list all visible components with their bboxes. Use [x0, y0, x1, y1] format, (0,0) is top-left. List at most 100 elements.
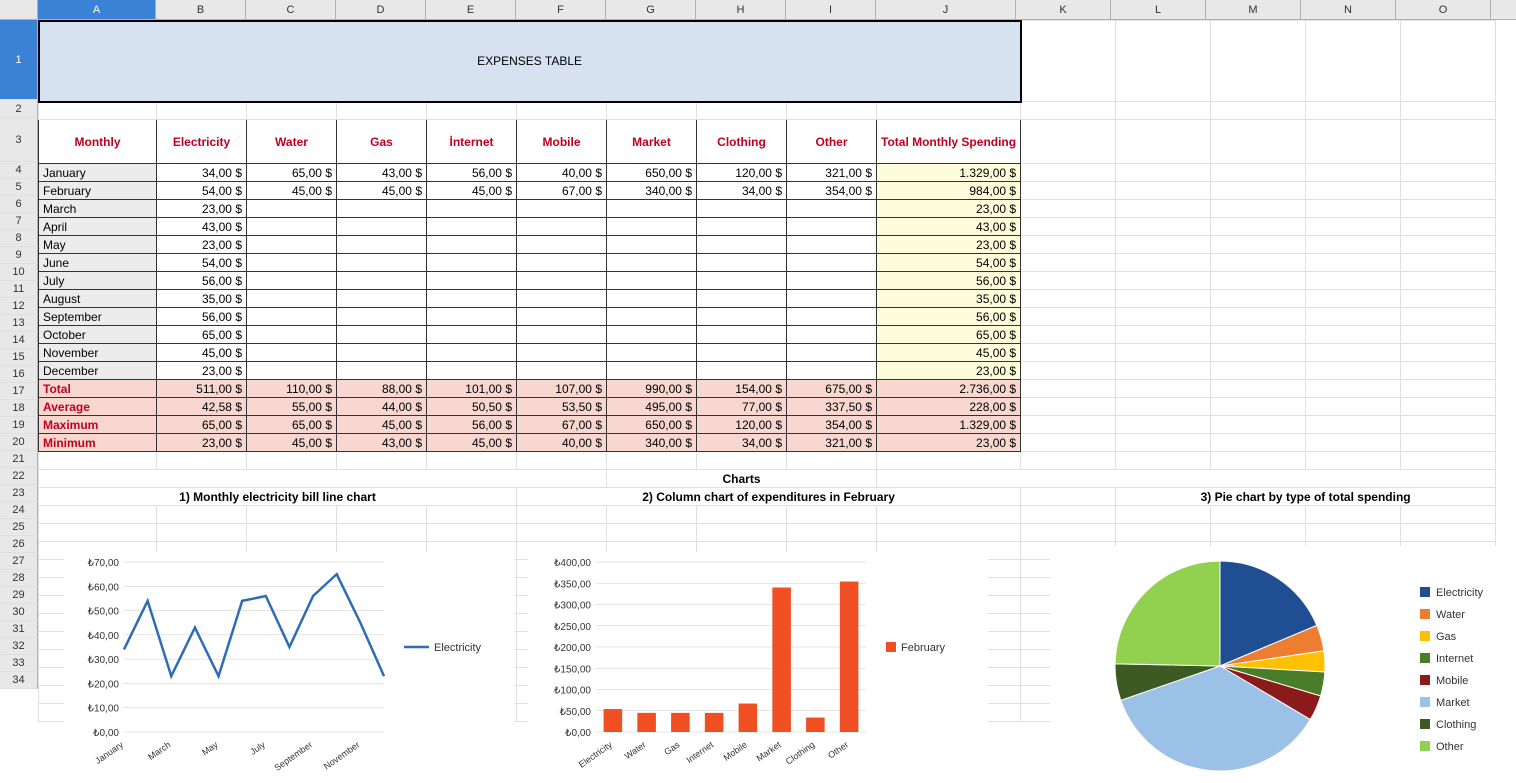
- col-header-L[interactable]: L: [1111, 0, 1206, 19]
- cell-5-5[interactable]: [607, 254, 697, 272]
- row-header-10[interactable]: 10: [0, 264, 38, 281]
- cell-6-3[interactable]: [427, 272, 517, 290]
- stat-0-3[interactable]: 101,00 $: [427, 380, 517, 398]
- cell-5-4[interactable]: [517, 254, 607, 272]
- cell-6-4[interactable]: [517, 272, 607, 290]
- cell-7-2[interactable]: [337, 290, 427, 308]
- cell-6-1[interactable]: [247, 272, 337, 290]
- month-7[interactable]: August: [39, 290, 157, 308]
- cell-5-3[interactable]: [427, 254, 517, 272]
- cell-1-5[interactable]: 340,00 $: [607, 182, 697, 200]
- total-11[interactable]: 23,00 $: [877, 362, 1021, 380]
- stat-0-5[interactable]: 990,00 $: [607, 380, 697, 398]
- cell-4-5[interactable]: [607, 236, 697, 254]
- cell-2-1[interactable]: [247, 200, 337, 218]
- cell-3-3[interactable]: [427, 218, 517, 236]
- row-header-5[interactable]: 5: [0, 179, 38, 196]
- cell-4-1[interactable]: [247, 236, 337, 254]
- cell-1-2[interactable]: 45,00 $: [337, 182, 427, 200]
- row-header-23[interactable]: 23: [0, 485, 38, 502]
- month-0[interactable]: January: [39, 164, 157, 182]
- row-header-17[interactable]: 17: [0, 383, 38, 400]
- col-header-I[interactable]: I: [786, 0, 876, 19]
- stat-label-1[interactable]: Average: [39, 398, 157, 416]
- cell-6-2[interactable]: [337, 272, 427, 290]
- stat-total-3[interactable]: 23,00 $: [877, 434, 1021, 452]
- chart-bar-february[interactable]: ₺0,00₺50,00₺100,00₺150,00₺200,00₺250,00₺…: [528, 552, 988, 772]
- month-5[interactable]: June: [39, 254, 157, 272]
- row-header-14[interactable]: 14: [0, 332, 38, 349]
- cell-11-0[interactable]: 23,00 $: [157, 362, 247, 380]
- cell-11-4[interactable]: [517, 362, 607, 380]
- cell-0-6[interactable]: 120,00 $: [697, 164, 787, 182]
- total-9[interactable]: 65,00 $: [877, 326, 1021, 344]
- cell-0-3[interactable]: 56,00 $: [427, 164, 517, 182]
- month-3[interactable]: April: [39, 218, 157, 236]
- cell-6-6[interactable]: [697, 272, 787, 290]
- cell-11-7[interactable]: [787, 362, 877, 380]
- month-4[interactable]: May: [39, 236, 157, 254]
- cell-7-7[interactable]: [787, 290, 877, 308]
- cell-11-2[interactable]: [337, 362, 427, 380]
- cell-10-1[interactable]: [247, 344, 337, 362]
- chart3-title[interactable]: 3) Pie chart by type of total spending: [1116, 488, 1496, 506]
- chart2-title[interactable]: 2) Column chart of expenditures in Febru…: [517, 488, 1021, 506]
- row-header-27[interactable]: 27: [0, 553, 38, 570]
- stat-2-4[interactable]: 67,00 $: [517, 416, 607, 434]
- month-1[interactable]: February: [39, 182, 157, 200]
- stat-3-1[interactable]: 45,00 $: [247, 434, 337, 452]
- col-header-A[interactable]: A: [38, 0, 156, 19]
- total-6[interactable]: 56,00 $: [877, 272, 1021, 290]
- cell-3-4[interactable]: [517, 218, 607, 236]
- cell-8-4[interactable]: [517, 308, 607, 326]
- stat-1-5[interactable]: 495,00 $: [607, 398, 697, 416]
- chart-pie-spending[interactable]: ElectricityWaterGasInternetMobileMarketC…: [1050, 546, 1516, 778]
- header-8[interactable]: Other: [787, 120, 877, 164]
- cell-5-1[interactable]: [247, 254, 337, 272]
- col-header-N[interactable]: N: [1301, 0, 1396, 19]
- row-header-9[interactable]: 9: [0, 247, 38, 264]
- cell-7-4[interactable]: [517, 290, 607, 308]
- stat-3-7[interactable]: 321,00 $: [787, 434, 877, 452]
- cell-10-0[interactable]: 45,00 $: [157, 344, 247, 362]
- row-header-28[interactable]: 28: [0, 570, 38, 587]
- col-header-F[interactable]: F: [516, 0, 606, 19]
- cell-0-7[interactable]: 321,00 $: [787, 164, 877, 182]
- total-0[interactable]: 1.329,00 $: [877, 164, 1021, 182]
- cell-11-1[interactable]: [247, 362, 337, 380]
- cell-0-0[interactable]: 34,00 $: [157, 164, 247, 182]
- stat-1-2[interactable]: 44,00 $: [337, 398, 427, 416]
- row-header-21[interactable]: 21: [0, 451, 38, 468]
- stat-1-6[interactable]: 77,00 $: [697, 398, 787, 416]
- total-4[interactable]: 23,00 $: [877, 236, 1021, 254]
- total-1[interactable]: 984,00 $: [877, 182, 1021, 200]
- cell-2-2[interactable]: [337, 200, 427, 218]
- cell-4-7[interactable]: [787, 236, 877, 254]
- row-header-18[interactable]: 18: [0, 400, 38, 417]
- row-header-31[interactable]: 31: [0, 621, 38, 638]
- cell-11-5[interactable]: [607, 362, 697, 380]
- row-header-32[interactable]: 32: [0, 638, 38, 655]
- cell-3-0[interactable]: 43,00 $: [157, 218, 247, 236]
- col-header-M[interactable]: M: [1206, 0, 1301, 19]
- row-header-29[interactable]: 29: [0, 587, 38, 604]
- col-header-E[interactable]: E: [426, 0, 516, 19]
- cell-3-2[interactable]: [337, 218, 427, 236]
- col-header-D[interactable]: D: [336, 0, 426, 19]
- stat-1-4[interactable]: 53,50 $: [517, 398, 607, 416]
- cell-4-2[interactable]: [337, 236, 427, 254]
- stat-2-6[interactable]: 120,00 $: [697, 416, 787, 434]
- col-header-G[interactable]: G: [606, 0, 696, 19]
- col-header-J[interactable]: J: [876, 0, 1016, 19]
- row-header-33[interactable]: 33: [0, 655, 38, 672]
- cell-4-3[interactable]: [427, 236, 517, 254]
- stat-1-7[interactable]: 337,50 $: [787, 398, 877, 416]
- cell-2-4[interactable]: [517, 200, 607, 218]
- row-header-16[interactable]: 16: [0, 366, 38, 383]
- row-header-15[interactable]: 15: [0, 349, 38, 366]
- col-header-O[interactable]: O: [1396, 0, 1491, 19]
- stat-0-0[interactable]: 511,00 $: [157, 380, 247, 398]
- select-all-corner[interactable]: [0, 0, 38, 19]
- month-8[interactable]: September: [39, 308, 157, 326]
- col-header-K[interactable]: K: [1016, 0, 1111, 19]
